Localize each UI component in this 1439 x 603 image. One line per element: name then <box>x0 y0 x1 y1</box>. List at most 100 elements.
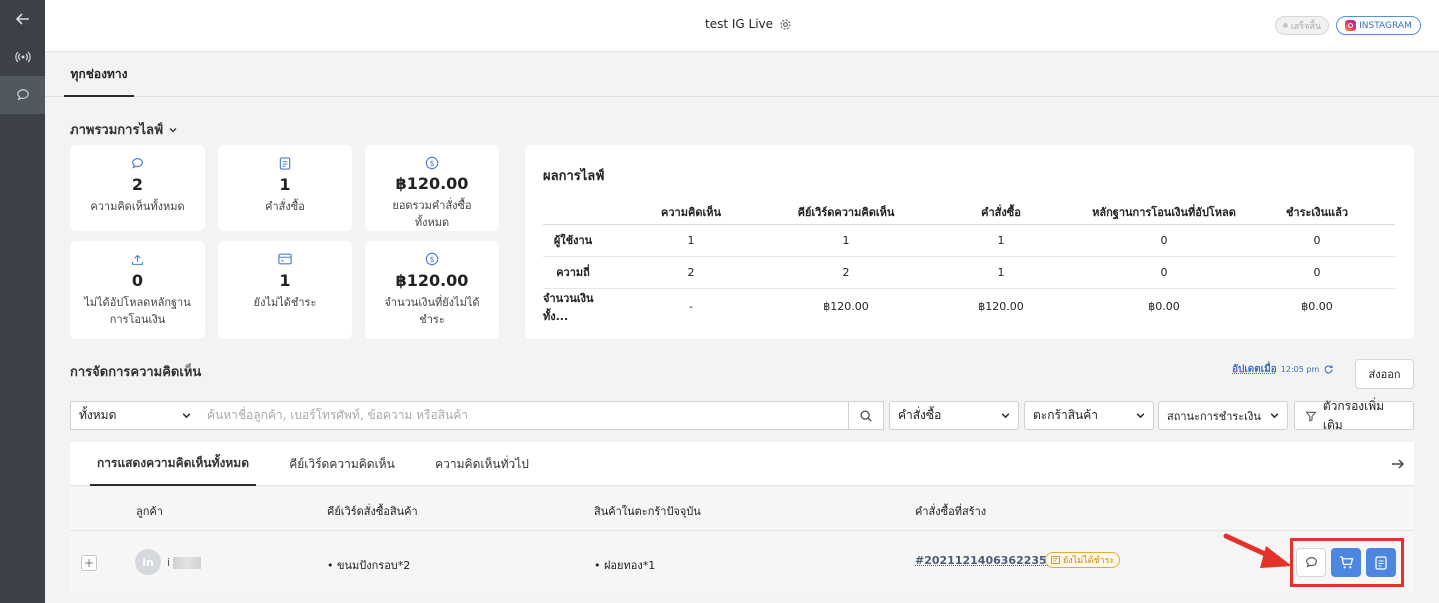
search-input[interactable]: ค้นหาชื่อลูกค้า, เบอร์โทรศัพท์, ข้อความ … <box>199 401 849 430</box>
results-table: ความคิดเห็น คีย์เวิร์ดความคิดเห็น คำสั่ง… <box>543 201 1395 325</box>
svg-text:$: $ <box>429 255 434 264</box>
search-icon <box>860 409 872 422</box>
stat-value: ฿120.00 <box>395 174 469 193</box>
results-col-header: คีย์เวิร์ดความคิดเห็น <box>779 201 913 225</box>
results-cell: 0 <box>1089 256 1239 289</box>
payment-status-select[interactable]: สถานะการชำระเงิน <box>1158 401 1288 430</box>
last-updated: อัปเดตเมื่อ 12:05 pm <box>1232 362 1334 377</box>
live-broadcast-icon[interactable] <box>0 38 45 76</box>
tab-all-comments[interactable]: การแสดงความคิดเห็นทั้งหมด <box>90 442 256 486</box>
col-current-cart: สินค้าในตะกร้าปัจจุบัน <box>594 505 701 518</box>
stat-value: 1 <box>279 175 291 194</box>
settings-gear-icon[interactable] <box>779 18 792 31</box>
results-row: ผู้ใช้งาน 1 1 1 0 0 <box>543 224 1395 257</box>
results-cell: ฿120.00 <box>823 300 869 313</box>
stat-orders: 1 คำสั่งซื้อ <box>218 145 352 231</box>
col-order-keyword: คีย์เวิร์ดสั่งซื้อสินค้า <box>327 505 418 518</box>
order-keyword-cell: • ขนมปังกรอบ*2 <box>327 559 411 572</box>
baht-icon: $ <box>425 155 439 170</box>
chevron-down-icon <box>1001 413 1010 419</box>
chevron-down-icon <box>182 413 191 419</box>
svg-text:$: $ <box>429 159 434 168</box>
sidebar <box>0 0 45 603</box>
comments-table-header: ลูกค้า คีย์เวิร์ดสั่งซื้อสินค้า สินค้าใน… <box>70 487 1414 531</box>
results-cell: - <box>689 300 693 313</box>
comment-management-title: การจัดการความคิดเห็น <box>70 365 202 380</box>
scope-select[interactable]: ทั้งหมด <box>70 401 200 430</box>
highlight-arrow <box>1223 533 1292 568</box>
tab-keyword-comments[interactable]: คีย์เวิร์ดความคิดเห็น <box>274 442 410 486</box>
receipt-icon <box>1051 556 1060 564</box>
stat-value: 1 <box>279 271 291 290</box>
results-cell: ฿0.00 <box>1301 300 1333 313</box>
instagram-icon <box>1345 20 1357 31</box>
results-cell: 2 <box>603 256 779 289</box>
chevron-down-icon <box>1270 413 1279 419</box>
export-button[interactable]: ส่งออก <box>1355 359 1414 389</box>
payment-status-badge: ยังไม่ได้ชำระ <box>1045 552 1121 568</box>
results-cell: 1 <box>913 224 1089 257</box>
customer-name: i <box>167 556 202 569</box>
status-dot-icon <box>1282 23 1288 28</box>
col-created-order: คำสั่งซื้อที่สร้าง <box>915 505 987 518</box>
overview-title[interactable]: ภาพรวมการไลฟ์ <box>70 119 178 140</box>
stat-value: ฿120.00 <box>395 271 469 290</box>
baht-icon: $ <box>425 251 439 267</box>
results-row: ความถี่ 2 2 1 0 0 <box>543 256 1395 289</box>
results-row-label: ความถี่ <box>543 256 603 289</box>
add-to-cart-button[interactable] <box>1331 548 1361 577</box>
results-title: ผลการไลฟ์ <box>543 169 605 184</box>
expand-row-icon[interactable]: + <box>81 555 97 571</box>
channel-tabs: ทุกช่องทาง <box>45 53 1439 97</box>
card-icon <box>278 251 292 267</box>
cart-icon <box>1339 556 1353 569</box>
cart-filter-select[interactable]: ตะกร้าสินค้า <box>1024 401 1154 430</box>
back-arrow-icon[interactable] <box>0 0 45 38</box>
search-button[interactable] <box>848 401 884 430</box>
stat-unpaid-amount: $ ฿120.00 จำนวนเงินที่ยังไม่ได้ชำระ <box>365 241 499 339</box>
live-title: test IG Live <box>705 17 792 31</box>
table-row: + in i • ขนมปังกรอบ*2 • ฝอยทอง*1 #202112… <box>70 532 1414 593</box>
results-cell: ฿120.00 <box>978 300 1024 313</box>
stat-label: จำนวนเงินที่ยังไม่ได้ชำระ <box>384 296 480 326</box>
results-row-label: จำนวนเงินทั้ง... <box>543 291 594 323</box>
live-results-card: ผลการไลฟ์ ความคิดเห็น คีย์เวิร์ดความคิดเ… <box>525 145 1414 339</box>
create-order-button[interactable] <box>1366 548 1396 577</box>
results-col-header: ความคิดเห็น <box>603 201 779 225</box>
stat-value: 0 <box>131 271 144 290</box>
order-icon <box>279 155 291 171</box>
stat-label: ความคิดเห็นทั้งหมด <box>90 200 185 213</box>
results-cell: 0 <box>1089 224 1239 257</box>
redacted-name <box>173 556 202 569</box>
chat-icon[interactable] <box>0 76 45 114</box>
arrow-right-icon[interactable] <box>1390 456 1406 472</box>
stat-label: ไม่ได้อัปโหลดหลักฐานการโอนเงิน <box>84 296 191 326</box>
results-header-row: ความคิดเห็น คีย์เวิร์ดความคิดเห็น คำสั่ง… <box>543 201 1395 225</box>
stat-label: ยังไม่ได้ชำระ <box>253 296 317 309</box>
order-id-link[interactable]: #20211214063622356 <box>915 554 1054 567</box>
results-cell: 1 <box>603 224 779 257</box>
stat-total-order-amount: $ ฿120.00 ยอดรวมคำสั่งซื้อทั้งหมด <box>365 145 499 231</box>
stat-label: คำสั่งซื้อ <box>265 200 305 213</box>
results-cell: 1 <box>779 224 913 257</box>
results-cell: ฿0.00 <box>1148 300 1180 313</box>
results-cell: 0 <box>1239 224 1395 257</box>
results-cell: 1 <box>913 256 1089 289</box>
col-customer: ลูกค้า <box>136 505 163 518</box>
order-icon <box>1375 555 1387 570</box>
top-bar: test IG Live เสร็จสิ้น INSTAGRAM <box>45 0 1439 52</box>
tab-all-channels[interactable]: ทุกช่องทาง <box>64 53 134 97</box>
chevron-down-icon <box>169 127 177 132</box>
refresh-icon[interactable] <box>1323 364 1334 375</box>
stat-total-comments: 2 ความคิดเห็นทั้งหมด <box>70 145 205 231</box>
upload-icon <box>131 251 144 267</box>
more-filters-button[interactable]: ตัวกรองเพิ่มเติม <box>1294 399 1414 432</box>
filter-icon <box>1305 411 1317 422</box>
reply-comment-button[interactable] <box>1296 548 1326 577</box>
order-filter-select[interactable]: คำสั่งซื้อ <box>889 401 1019 430</box>
stat-value: 2 <box>131 175 144 194</box>
channel-badge: INSTAGRAM <box>1336 16 1421 35</box>
results-col-header <box>543 201 603 225</box>
comment-tabs: การแสดงความคิดเห็นทั้งหมด คีย์เวิร์ดความ… <box>70 442 1414 486</box>
tab-general-comments[interactable]: ความคิดเห็นทั่วไป <box>424 442 540 486</box>
